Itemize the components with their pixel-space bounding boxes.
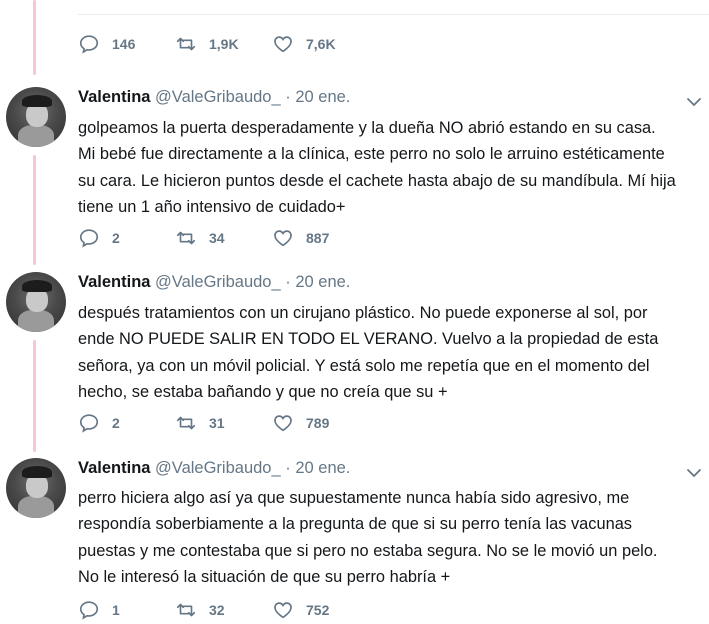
tweet-text: después tratamientos con un cirujano plá… xyxy=(78,300,704,406)
tweet-date[interactable]: 20 ene. xyxy=(295,88,350,106)
heart-icon xyxy=(274,36,292,53)
retweet-icon xyxy=(176,37,196,51)
separator: · xyxy=(285,273,291,291)
retweet-count: 1,9K xyxy=(209,36,239,52)
retweet-button[interactable]: 1,9K xyxy=(175,33,272,55)
retweet-count: 31 xyxy=(209,415,225,431)
reply-button[interactable]: 146 xyxy=(78,33,175,55)
tweet-date[interactable]: 20 ene. xyxy=(295,273,350,291)
like-count: 887 xyxy=(306,230,330,246)
tweet-text-line: señora, ya con un móvil policial. Y está… xyxy=(78,356,650,375)
chevron-down-icon[interactable] xyxy=(685,93,703,111)
heart-icon xyxy=(274,415,292,432)
reply-icon xyxy=(79,601,99,620)
thread-line xyxy=(33,340,36,452)
separator: · xyxy=(285,459,291,477)
user-handle[interactable]: @ValeGribaudo_ xyxy=(155,273,281,291)
reply-count: 146 xyxy=(112,36,136,52)
tweet-text-line: respondía soberbiamente a la pregunta de… xyxy=(78,515,633,534)
like-button[interactable]: 887 xyxy=(272,227,369,249)
reply-count: 1 xyxy=(112,602,120,618)
tweet-actions: 2 34 887 xyxy=(78,226,369,250)
like-button[interactable]: 752 xyxy=(272,599,369,621)
retweet-icon xyxy=(176,231,196,245)
retweet-icon xyxy=(176,603,196,617)
tweet-text-line: perro hiciera algo así ya que supuestame… xyxy=(78,489,630,507)
retweet-count: 34 xyxy=(209,230,225,246)
user-handle[interactable]: @ValeGribaudo_ xyxy=(155,459,281,477)
tweet-text-line: tiene un 1 año intensivo de cuidado+ xyxy=(78,198,346,217)
divider xyxy=(78,14,709,15)
reply-icon xyxy=(79,35,99,54)
tweet-text-line: hecho, se estaba bañando y que no creía … xyxy=(78,383,448,402)
tweet-text: perro hiciera algo así ya que supuestame… xyxy=(78,485,704,591)
retweet-count: 32 xyxy=(209,602,225,618)
tweet-date[interactable]: 20 ene. xyxy=(295,459,350,477)
tweet-header: Valentina @ValeGribaudo_ · 20 ene. xyxy=(78,88,350,107)
tweet-text-line: No le interesó la situación de que su pe… xyxy=(78,568,451,587)
tweet-actions: 146 1,9K 7,6K xyxy=(78,32,369,56)
reply-button[interactable]: 2 xyxy=(78,412,175,434)
avatar[interactable] xyxy=(6,272,66,332)
tweet-text-line: después tratamientos con un cirujano plá… xyxy=(78,304,648,322)
chevron-down-icon[interactable] xyxy=(685,464,703,482)
reply-icon xyxy=(79,414,99,433)
heart-icon xyxy=(274,602,292,619)
reply-button[interactable]: 2 xyxy=(78,227,175,249)
retweet-button[interactable]: 31 xyxy=(175,412,272,434)
display-name[interactable]: Valentina xyxy=(78,273,150,291)
display-name[interactable]: Valentina xyxy=(78,459,150,477)
avatar[interactable] xyxy=(6,87,66,147)
reply-icon xyxy=(79,229,99,248)
tweet-header: Valentina @ValeGribaudo_ · 20 ene. xyxy=(78,459,350,478)
tweet-header: Valentina @ValeGribaudo_ · 20 ene. xyxy=(78,273,350,292)
tweet-text-line: golpeamos la puerta desperadamente y la … xyxy=(78,119,656,137)
avatar[interactable] xyxy=(6,458,66,518)
like-count: 7,6K xyxy=(306,36,336,52)
like-button[interactable]: 789 xyxy=(272,412,369,434)
thread-line xyxy=(33,155,36,265)
tweet-text-line: su cara. Le hicieron puntos desde el cac… xyxy=(78,171,676,190)
display-name[interactable]: Valentina xyxy=(78,88,150,106)
tweet-actions: 2 31 789 xyxy=(78,411,369,435)
thread-line xyxy=(33,0,36,75)
like-button[interactable]: 7,6K xyxy=(272,33,369,55)
like-count: 752 xyxy=(306,602,330,618)
user-handle[interactable]: @ValeGribaudo_ xyxy=(155,88,281,106)
separator: · xyxy=(285,88,291,106)
like-count: 789 xyxy=(306,415,330,431)
retweet-button[interactable]: 32 xyxy=(175,599,272,621)
retweet-button[interactable]: 34 xyxy=(175,227,272,249)
reply-count: 2 xyxy=(112,415,120,431)
tweet-text-line: Mi bebé fue directamente a la clínica, e… xyxy=(78,145,665,164)
tweet-actions: 1 32 752 xyxy=(78,598,369,622)
tweet-text-line: puestas y me contestaba que si pero no e… xyxy=(78,541,658,560)
tweet-text: golpeamos la puerta desperadamente y la … xyxy=(78,115,704,221)
reply-count: 2 xyxy=(112,230,120,246)
retweet-icon xyxy=(176,416,196,430)
heart-icon xyxy=(274,230,292,247)
tweet-text-line: ende NO PUEDE SALIR EN TODO EL VERANO. V… xyxy=(78,330,659,349)
reply-button[interactable]: 1 xyxy=(78,599,175,621)
